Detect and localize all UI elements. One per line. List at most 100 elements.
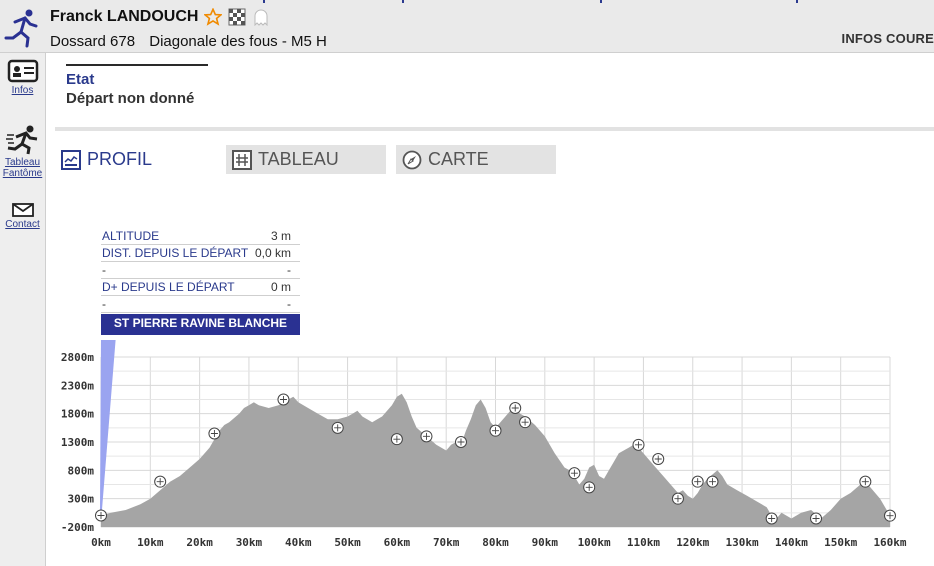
y-tick-label: 2300m <box>61 379 94 392</box>
race-name: Diagonale des fous - M5 H <box>149 33 327 50</box>
x-tick-label: 10km <box>137 536 164 549</box>
point-info-panel: ALTITUDE 3 m DIST. DEPUIS LE DÉPART 0,0 … <box>101 228 300 313</box>
grid-icon <box>232 149 252 170</box>
checkpoint-marker <box>691 475 704 488</box>
info-label: ALTITUDE <box>102 229 160 243</box>
checkpoint-marker <box>706 475 719 488</box>
race-info-row: Dossard 678 Diagonale des fous - M5 H <box>50 33 337 50</box>
checkpoint-marker <box>489 424 502 437</box>
station-name-badge: ST PIERRE RAVINE BLANCHE <box>101 314 300 335</box>
y-tick-label: 800m <box>68 464 95 477</box>
x-tick-label: 130km <box>726 536 759 549</box>
info-value: 0 m <box>270 280 291 294</box>
x-tick-label: 80km <box>482 536 509 549</box>
checkpoint-marker <box>632 438 645 451</box>
envelope-icon <box>11 203 34 217</box>
y-tick-label: 1800m <box>61 408 94 421</box>
checkpoint-marker <box>454 436 467 448</box>
header-divider <box>600 0 602 3</box>
sidebar-item-contact[interactable]: Contact <box>0 203 45 230</box>
checkpoint-marker <box>583 481 596 494</box>
y-tick-label: -200m <box>61 521 94 534</box>
sidebar-item-label: Contact <box>5 219 40 230</box>
runner-logo-icon <box>4 9 38 48</box>
header-bar: Franck LANDOUCH Dossard 678 Diagonale de… <box>0 0 934 53</box>
sidebar-item-tableau-fantome[interactable]: Tableau Fantôme <box>0 125 45 179</box>
ghost-icon[interactable] <box>252 8 270 26</box>
tab-tableau[interactable]: TABLEAU <box>226 145 386 174</box>
sidebar-item-infos[interactable]: Infos <box>0 59 45 96</box>
checkpoint-marker <box>884 509 896 522</box>
runner-name: Franck LANDOUCH <box>50 8 199 25</box>
x-tick-label: 70km <box>433 536 460 549</box>
checkpoint-marker <box>154 475 167 488</box>
info-label: - <box>102 297 106 311</box>
id-card-icon <box>7 59 38 83</box>
status-value: Départ non donné <box>66 90 195 107</box>
tab-label: CARTE <box>428 149 489 169</box>
checkered-flag-icon[interactable] <box>228 8 246 26</box>
checkpoint-marker <box>765 512 778 525</box>
x-tick-label: 140km <box>775 536 808 549</box>
profile-chart-icon <box>61 149 81 170</box>
header-divider <box>402 0 404 3</box>
x-tick-label: 150km <box>824 536 857 549</box>
checkpoint-marker <box>509 402 522 414</box>
checkpoint-marker <box>568 467 581 480</box>
compass-icon <box>402 150 422 169</box>
tab-label: TABLEAU <box>258 149 339 169</box>
x-tick-label: 160km <box>873 536 906 549</box>
status-block: Etat Départ non donné <box>66 64 208 107</box>
x-tick-label: 110km <box>627 536 660 549</box>
sidebar-item-label: Infos <box>11 85 34 96</box>
x-tick-label: 100km <box>578 536 611 549</box>
checkpoint-marker <box>810 512 823 525</box>
checkpoint-marker <box>390 433 403 446</box>
info-row-empty: - - <box>101 296 300 313</box>
tab-carte[interactable]: CARTE <box>396 145 556 174</box>
checkpoint-marker <box>420 430 433 443</box>
checkpoint-marker <box>859 475 872 488</box>
y-tick-label: 300m <box>68 493 95 506</box>
status-divider <box>66 64 208 66</box>
info-row-empty: - - <box>101 262 300 279</box>
y-axis-ticks: -200m 300m 800m 1300m 1800m 2300m 2800m <box>61 351 94 534</box>
x-tick-label: 20km <box>186 536 213 549</box>
infos-course-link[interactable]: INFOS COURE <box>842 31 934 46</box>
x-tick-label: 40km <box>285 536 312 549</box>
section-divider <box>55 127 934 131</box>
x-tick-label: 0km <box>91 536 111 549</box>
running-man-icon <box>5 125 37 155</box>
info-value: 0,0 km <box>254 246 291 260</box>
checkpoint-marker <box>671 492 684 505</box>
info-row-elevation-gain: D+ DEPUIS LE DÉPART 0 m <box>101 279 300 296</box>
x-tick-label: 120km <box>676 536 709 549</box>
info-label: - <box>102 263 106 277</box>
checkpoint-marker <box>331 421 344 434</box>
info-row-distance: DIST. DEPUIS LE DÉPART 0,0 km <box>101 245 300 262</box>
x-tick-label: 60km <box>384 536 411 549</box>
bib-number: Dossard 678 <box>50 33 136 50</box>
x-tick-label: 50km <box>334 536 361 549</box>
info-row-altitude: ALTITUDE 3 m <box>101 228 300 245</box>
sidebar-item-label: Tableau Fantôme <box>2 157 43 179</box>
star-icon[interactable] <box>204 8 223 26</box>
x-tick-label: 30km <box>236 536 263 549</box>
tab-label: PROFIL <box>87 149 153 169</box>
info-label: D+ DEPUIS LE DÉPART <box>102 280 235 294</box>
checkpoint-marker <box>95 509 107 522</box>
info-value: 3 m <box>270 229 291 243</box>
runner-name-row: Franck LANDOUCH <box>50 8 270 26</box>
y-tick-label: 1300m <box>61 436 94 449</box>
checkpoint-marker <box>208 427 221 440</box>
checkpoint-marker <box>652 453 665 465</box>
tab-profil[interactable]: PROFIL <box>55 145 215 174</box>
x-axis-ticks: 0km 10km 20km 30km 40km 50km 60km 70km 80km 90km 1… <box>91 536 907 549</box>
info-label: DIST. DEPUIS LE DÉPART <box>102 246 249 260</box>
header-divider <box>263 0 265 3</box>
status-label: Etat <box>66 71 95 88</box>
elevation-profile-chart[interactable]: 0km 10km 20km 30km 40km 50km 60km 70km 80km 90km 1… <box>0 340 934 566</box>
x-tick-label: 90km <box>532 536 559 549</box>
header-divider <box>796 0 798 3</box>
info-value: - <box>287 297 291 311</box>
